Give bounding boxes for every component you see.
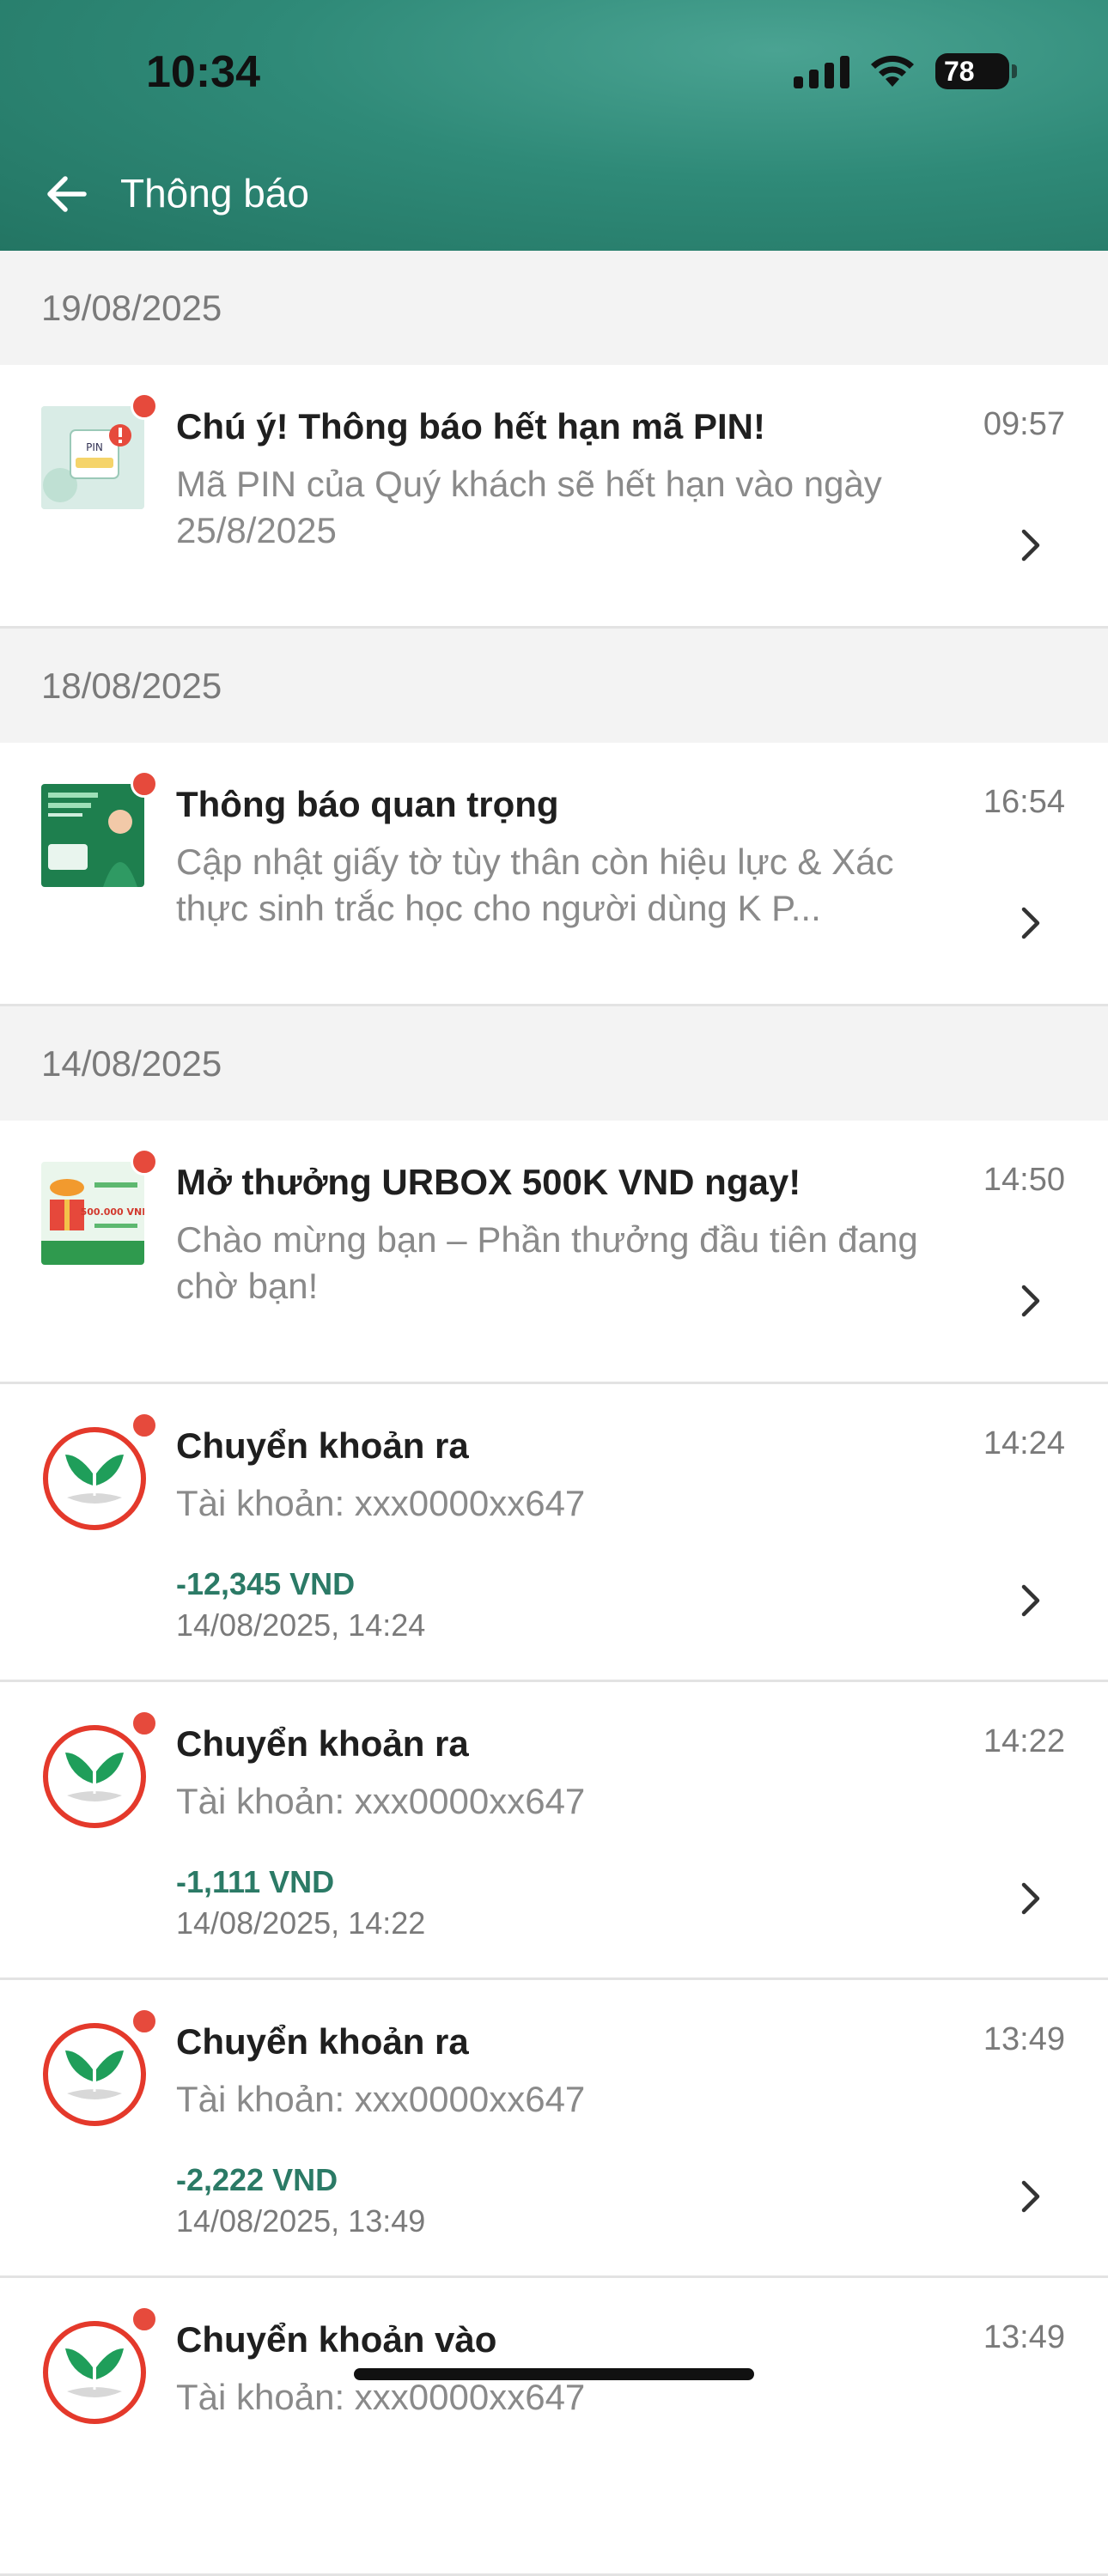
thumb-label: PIN [86, 441, 103, 453]
transaction-datetime: 14/08/2025, 14:22 [176, 1905, 426, 1941]
unread-dot [131, 1710, 158, 1737]
chevron-right-icon [1021, 907, 1040, 939]
app-header: 10:34 78 Thông báo [0, 0, 1108, 251]
notification-description: Cập nhật giấy tờ tùy thân còn hiệu lực &… [176, 841, 894, 928]
transaction-account: Tài khoản: xxx0000xx647 [176, 1483, 586, 1523]
cellular-signal-icon [794, 54, 849, 88]
unread-dot [131, 2306, 158, 2333]
unread-dot [131, 1412, 158, 1439]
transaction-title: Chuyển khoản ra [176, 1425, 469, 1466]
transaction-amount: -12,345 VND [176, 1566, 356, 1601]
wifi-icon [871, 55, 914, 87]
transaction-item[interactable]: Chuyển khoản ra 14:24 Tài khoản: xxx0000… [0, 1384, 1108, 1682]
transaction-amount: -2,222 VND [176, 2162, 338, 2197]
transaction-amount: -1,111 VND [176, 1864, 335, 1899]
date-header: 18/08/2025 [0, 629, 1108, 743]
reward-thumbnail: 500.000 VND [41, 1162, 144, 1265]
transaction-time: 14:22 [983, 1723, 1065, 1759]
id-update-thumbnail [41, 784, 144, 887]
notification-description: Chào mừng bạn – Phần thưởng đầu tiên đan… [176, 1219, 918, 1306]
chevron-right-icon [1021, 1584, 1040, 1617]
transaction-account: Tài khoản: xxx0000xx647 [176, 1781, 586, 1821]
home-indicator[interactable] [354, 2368, 754, 2380]
notification-item[interactable]: 500.000 VND Mở thưởng URBOX 500K VND nga… [0, 1121, 1108, 1384]
transaction-title: Chuyển khoản ra [176, 1723, 469, 1764]
transaction-item[interactable]: Chuyển khoản vào 13:49 Tài khoản: xxx000… [0, 2278, 1108, 2576]
notification-time: 14:50 [983, 1162, 1065, 1198]
notification-item[interactable]: Thông báo quan trọng 16:54 Cập nhật giấy… [0, 743, 1108, 1006]
notification-item[interactable]: PIN Chú ý! Thông báo hết hạn mã PIN! 09:… [0, 365, 1108, 629]
kbank-logo-icon [43, 1427, 146, 1530]
kbank-logo-icon [43, 1725, 146, 1828]
date-header: 14/08/2025 [0, 1006, 1108, 1121]
chevron-right-icon [1021, 1882, 1040, 1915]
chevron-right-icon [1021, 529, 1040, 562]
transaction-datetime: 14/08/2025, 13:49 [176, 2203, 426, 2239]
transaction-time: 14:24 [983, 1425, 1065, 1461]
notification-time: 09:57 [983, 406, 1065, 442]
notification-list: 19/08/2025 PIN Chú ý! Thông báo hết hạn … [0, 251, 1108, 2576]
back-arrow-icon[interactable] [41, 168, 93, 220]
notification-description: Mã PIN của Quý khách sẽ hết hạn vào ngày… [176, 464, 882, 550]
transaction-account: Tài khoản: xxx0000xx647 [176, 2079, 586, 2119]
transaction-title: Chuyển khoản vào [176, 2319, 497, 2360]
unread-dot [131, 1148, 158, 1176]
thumb-reward-label: 500.000 VND [81, 1206, 144, 1218]
battery-icon: 78 [935, 53, 1017, 89]
notification-time: 16:54 [983, 784, 1065, 820]
unread-dot [131, 770, 158, 798]
unread-dot [131, 2008, 158, 2035]
notification-title: Chú ý! Thông báo hết hạn mã PIN! [176, 406, 765, 447]
battery-level: 78 [944, 55, 975, 87]
status-time: 10:34 [146, 47, 260, 97]
transaction-account: Tài khoản: xxx0000xx647 [176, 2377, 586, 2417]
transaction-title: Chuyển khoản ra [176, 2021, 469, 2062]
transaction-item[interactable]: Chuyển khoản ra 13:49 Tài khoản: xxx0000… [0, 1980, 1108, 2278]
transaction-time: 13:49 [983, 2021, 1065, 2057]
chevron-right-icon [1021, 1285, 1040, 1317]
status-icons: 78 [794, 53, 1017, 89]
kbank-logo-icon [43, 2321, 146, 2424]
notification-title: Thông báo quan trọng [176, 784, 559, 824]
date-header: 19/08/2025 [0, 251, 1108, 365]
page-title: Thông báo [120, 171, 309, 216]
transaction-item[interactable]: Chuyển khoản ra 14:22 Tài khoản: xxx0000… [0, 1682, 1108, 1980]
chevron-right-icon [1021, 2180, 1040, 2213]
transaction-time: 13:49 [983, 2319, 1065, 2355]
unread-dot [131, 392, 158, 420]
kbank-logo-icon [43, 2023, 146, 2126]
transaction-datetime: 14/08/2025, 14:24 [176, 1607, 426, 1643]
notification-title: Mở thưởng URBOX 500K VND ngay! [176, 1162, 801, 1202]
pin-expiry-thumbnail: PIN [41, 406, 144, 509]
